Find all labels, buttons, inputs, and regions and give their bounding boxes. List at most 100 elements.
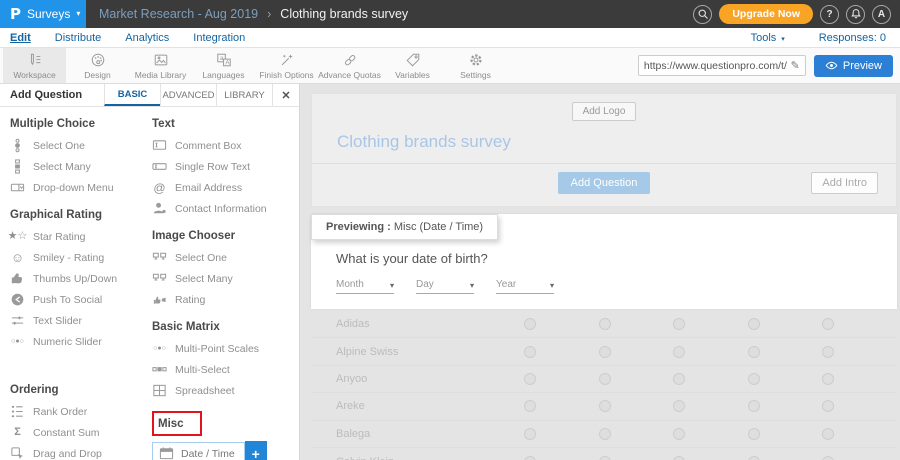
radio-button[interactable] [748,428,760,440]
radio-button[interactable] [673,400,685,412]
qtype-contact-information[interactable]: Contact Information [152,198,299,219]
radio-button[interactable] [524,373,536,385]
radio-button[interactable] [822,373,834,385]
radio-button[interactable] [599,428,611,440]
eye-icon [825,59,838,72]
upgrade-now-button[interactable]: Upgrade Now [719,4,813,24]
product-switcher[interactable]: P Surveys ▾ [0,0,86,28]
radio-button[interactable] [748,400,760,412]
brand-row-label: Calvin Klein [311,456,493,460]
section-basic-matrix: Basic Matrix [152,321,299,333]
qtype-numeric-slider[interactable]: ○●○Numeric Slider [10,331,138,352]
qtype-text-slider[interactable]: Text Slider [10,310,138,331]
qtype-smiley-rating[interactable]: ☺Smiley - Rating [10,247,138,268]
qtype-thumbs-up-down[interactable]: Thumbs Up/Down [10,268,138,289]
brand-row-label: Alpine Swiss [311,346,493,358]
qtype-push-to-social[interactable]: Push To Social [10,289,138,310]
toolbar-settings[interactable]: Settings [444,48,507,83]
tab-advanced[interactable]: ADVANCED [160,84,216,106]
radio-button[interactable] [673,318,685,330]
tab-edit[interactable]: Edit [10,31,31,44]
radio-button[interactable] [599,346,611,358]
toolbar-variables[interactable]: Variables [381,48,444,83]
radio-button[interactable] [748,318,760,330]
share-url-field[interactable]: https://www.questionpro.com/t/APNrfZ ✎ [638,55,806,76]
qtype-multi-point-scales[interactable]: ○●○Multi-Point Scales [152,338,299,359]
radio-button[interactable] [524,318,536,330]
avatar[interactable]: A [872,5,891,24]
radio-button[interactable] [524,428,536,440]
comment-box-icon [152,138,167,153]
add-date-time-button[interactable]: + [245,441,267,460]
help-button[interactable]: ? [820,5,839,24]
qtype-comment-box[interactable]: Comment Box [152,135,299,156]
add-logo-button[interactable]: Add Logo [572,102,637,121]
preview-button[interactable]: Preview [814,55,893,77]
qtype-image-rating[interactable]: Rating [152,289,299,310]
add-intro-button[interactable]: Add Intro [811,172,878,194]
day-select[interactable]: Day▾ [416,279,474,294]
responses-count[interactable]: Responses: 0 [819,32,886,44]
survey-title[interactable]: Clothing brands survey [312,121,896,163]
single-row-icon [152,159,167,174]
qtype-single-row-text[interactable]: Single Row Text [152,156,299,177]
qtype-image-select-many[interactable]: Select Many [152,268,299,289]
matrix-cell [568,318,643,330]
tab-library[interactable]: LIBRARY [216,84,272,106]
radio-button[interactable] [673,346,685,358]
radio-button[interactable] [524,346,536,358]
radio-button[interactable] [822,456,834,460]
qtype-select-many[interactable]: Select Many [10,156,138,177]
qtype-star-rating[interactable]: ★☆Star Rating [10,226,138,247]
month-select[interactable]: Month▾ [336,279,394,294]
radio-button[interactable] [599,373,611,385]
matrix-cell [791,456,866,460]
tab-basic[interactable]: BASIC [104,84,160,106]
close-icon[interactable]: ✕ [272,84,299,106]
edit-pencil-icon[interactable]: ✎ [791,59,800,72]
qtype-email-address[interactable]: @Email Address [152,177,299,198]
radio-button[interactable] [748,373,760,385]
tools-menu[interactable]: Tools ▾ [751,32,785,44]
chevron-down-icon: ▾ [779,36,784,43]
radio-button[interactable] [673,373,685,385]
qtype-constant-sum[interactable]: ΣConstant Sum [10,422,138,443]
search-button[interactable] [693,5,712,24]
radio-button[interactable] [748,456,760,460]
toolbar-advance-quotas[interactable]: Advance Quotas [318,48,381,83]
radio-button[interactable] [748,346,760,358]
radio-button[interactable] [599,400,611,412]
radio-button[interactable] [524,400,536,412]
add-question-button[interactable]: Add Question [558,172,651,194]
notifications-button[interactable] [846,5,865,24]
radio-button[interactable] [599,456,611,460]
qtype-spreadsheet[interactable]: Spreadsheet [152,380,299,401]
breadcrumb-parent[interactable]: Market Research - Aug 2019 [99,7,258,21]
radio-button[interactable] [673,428,685,440]
qtype-date-time[interactable]: Date / Time [152,442,245,460]
qtype-image-select-one[interactable]: Select One [152,247,299,268]
radio-button[interactable] [524,456,536,460]
qtype-rank-order[interactable]: Rank Order [10,401,138,422]
toolbar-languages[interactable]: Languages [192,48,255,83]
chevron-down-icon: ▾ [550,282,554,290]
radio-button[interactable] [599,318,611,330]
tab-analytics[interactable]: Analytics [125,31,169,44]
qtype-select-one[interactable]: Select One [10,135,138,156]
radio-button[interactable] [822,318,834,330]
radio-button[interactable] [822,346,834,358]
qtype-dropdown-menu[interactable]: Drop-down Menu [10,177,138,198]
year-select[interactable]: Year▾ [496,279,554,294]
qtype-multi-select[interactable]: Multi-Select [152,359,299,380]
toolbar-design[interactable]: Design [66,48,129,83]
toolbar-media-library[interactable]: Media Library [129,48,192,83]
toolbar-finish-options[interactable]: Finish Options [255,48,318,83]
tab-integration[interactable]: Integration [193,31,245,44]
radio-button[interactable] [822,428,834,440]
toolbar-workspace[interactable]: Workspace [3,48,66,83]
qtype-drag-and-drop[interactable]: Drag and Drop [10,443,138,460]
radio-button[interactable] [673,456,685,460]
tab-distribute[interactable]: Distribute [55,31,101,44]
qtype-date-time-row: Date / Time + [152,441,299,460]
radio-button[interactable] [822,400,834,412]
